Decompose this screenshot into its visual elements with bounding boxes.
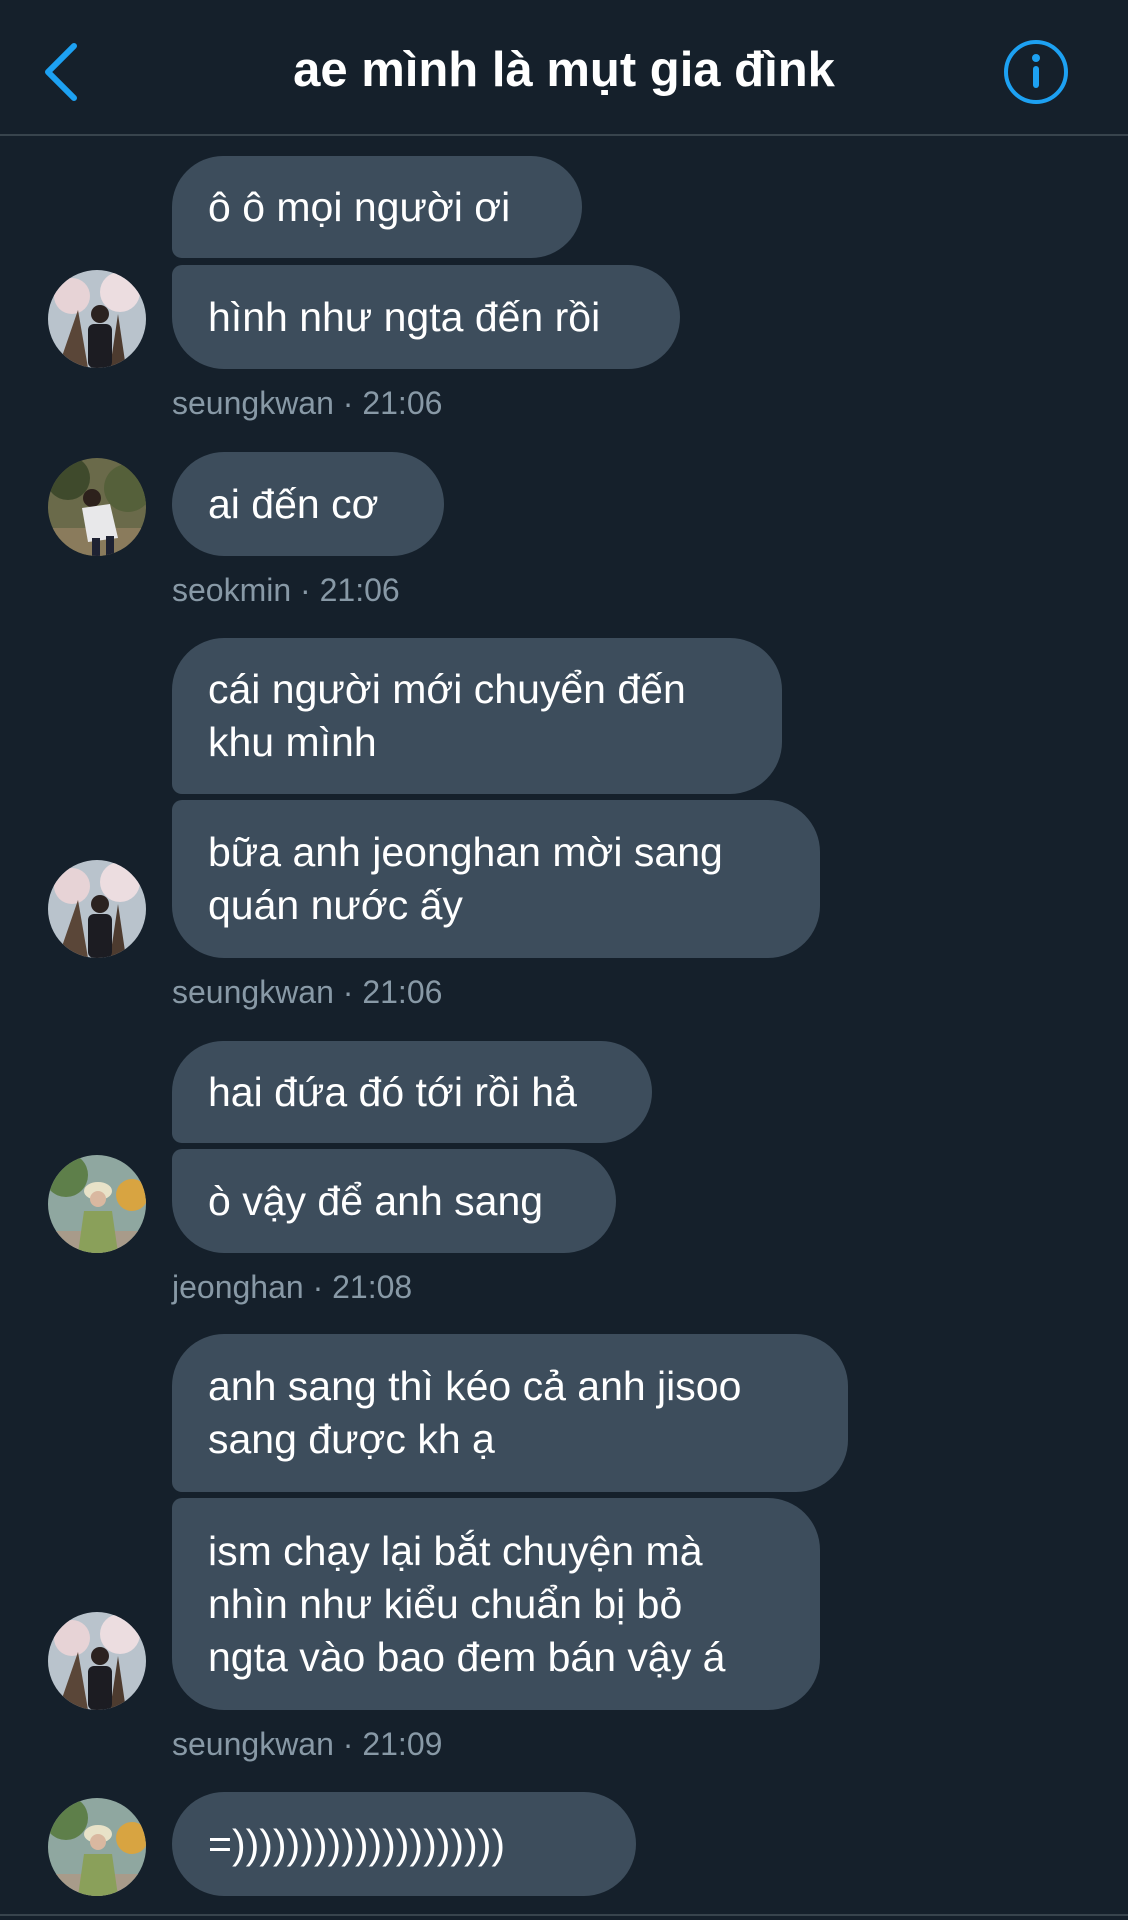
message-text-line: sang được kh ạ xyxy=(208,1416,495,1462)
avatar[interactable] xyxy=(48,458,146,556)
message-text: ô ô mọi người ơi xyxy=(208,183,511,230)
avatar-seungkwan-icon xyxy=(48,1612,146,1710)
avatar-jeonghan-icon xyxy=(48,1798,146,1896)
bottom-divider xyxy=(0,1914,1128,1916)
info-button[interactable] xyxy=(1002,38,1070,106)
message-text-line: cái người mới chuyển đến xyxy=(208,666,686,712)
message-text-line: quán nước ấy xyxy=(208,882,463,928)
message-text: =)))))))))))))))))))) xyxy=(208,1820,506,1867)
message-meta: seokmin · 21:06 xyxy=(172,570,400,610)
message-bubble[interactable]: anh sang thì kéo cả anh jisoo sang được … xyxy=(172,1334,848,1492)
avatar-seungkwan-icon xyxy=(48,860,146,958)
message-meta: seungkwan · 21:06 xyxy=(172,972,442,1012)
message-meta: jeonghan · 21:08 xyxy=(172,1267,412,1307)
avatar[interactable] xyxy=(48,1612,146,1710)
message-time: 21:08 xyxy=(332,1269,413,1305)
message-text-line: ngta vào bao đem bán vậy á xyxy=(208,1633,726,1680)
message-meta: seungkwan · 21:06 xyxy=(172,383,442,423)
sender-name: seungkwan xyxy=(172,1726,334,1762)
avatar-seokmin-icon xyxy=(48,458,146,556)
meta-separator: · xyxy=(342,1726,354,1762)
message-bubble[interactable]: ai đến cơ xyxy=(172,452,444,556)
conversation-title: ae mình là mụt gia đìnk xyxy=(293,43,835,97)
message-time: 21:06 xyxy=(362,385,443,421)
sender-name: seokmin xyxy=(172,572,292,608)
message-text-line: khu mình xyxy=(208,719,377,765)
message-text-line: anh sang thì kéo cả anh jisoo xyxy=(208,1363,742,1409)
message-bubble[interactable]: ò vậy để anh sang xyxy=(172,1149,616,1253)
avatar-jeonghan-icon xyxy=(48,1155,146,1253)
meta-separator: · xyxy=(312,1269,324,1305)
message-bubble[interactable]: hình như ngta đến rồi xyxy=(172,265,680,369)
message-text: ai đến cơ xyxy=(208,480,379,527)
message-bubble[interactable]: =)))))))))))))))))))) xyxy=(172,1792,636,1896)
avatar[interactable] xyxy=(48,270,146,368)
message-bubble[interactable]: ism chạy lại bắt chuyện mà nhìn như kiểu… xyxy=(172,1498,820,1710)
info-circle-icon xyxy=(1004,40,1068,104)
avatar[interactable] xyxy=(48,1155,146,1253)
meta-separator: · xyxy=(300,572,311,608)
sender-name: seungkwan xyxy=(172,385,334,421)
sender-name: jeonghan xyxy=(172,1269,304,1305)
avatar-seungkwan-icon xyxy=(48,270,146,368)
chevron-left-icon xyxy=(45,43,77,101)
message-text: hình như ngta đến rồi xyxy=(208,293,601,340)
message-time: 21:06 xyxy=(319,572,400,608)
message-time: 21:09 xyxy=(362,1726,443,1762)
meta-separator: · xyxy=(342,974,354,1010)
message-text-line: ism chạy lại bắt chuyện mà xyxy=(208,1527,703,1574)
message-meta: seungkwan · 21:09 xyxy=(172,1724,442,1764)
meta-separator: · xyxy=(342,385,354,421)
message-bubble[interactable]: bữa anh jeonghan mời sang quán nước ấy xyxy=(172,800,820,958)
avatar[interactable] xyxy=(48,1798,146,1896)
avatar[interactable] xyxy=(48,860,146,958)
message-text: ò vậy để anh sang xyxy=(208,1177,544,1224)
conversation-header: ae mình là mụt gia đìnk xyxy=(0,0,1128,136)
message-bubble[interactable]: ô ô mọi người ơi xyxy=(172,156,582,258)
sender-name: seungkwan xyxy=(172,974,334,1010)
back-button[interactable] xyxy=(36,36,88,108)
message-text: hai đứa đó tới rồi hả xyxy=(208,1068,577,1115)
message-text-line: bữa anh jeonghan mời sang xyxy=(208,829,723,875)
message-bubble[interactable]: cái người mới chuyển đến khu mình xyxy=(172,638,782,794)
message-bubble[interactable]: hai đứa đó tới rồi hả xyxy=(172,1041,652,1143)
message-time: 21:06 xyxy=(362,974,443,1010)
message-text-line: nhìn như kiểu chuẩn bị bỏ xyxy=(208,1580,683,1627)
